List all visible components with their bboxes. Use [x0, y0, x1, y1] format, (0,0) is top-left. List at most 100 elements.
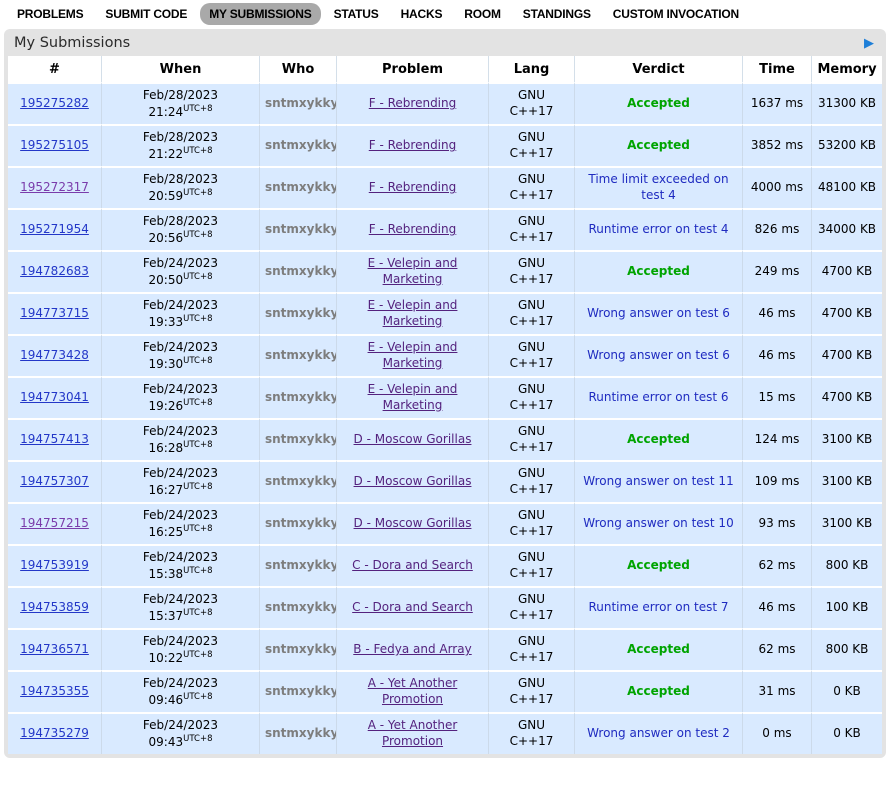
- submission-id-link[interactable]: 194782683: [20, 264, 89, 278]
- problem-link[interactable]: E - Velepin and Marketing: [368, 382, 458, 412]
- timezone-label: UTC+8: [183, 314, 212, 324]
- cell-verdict: Wrong answer on test 10: [574, 502, 742, 544]
- timezone-label: UTC+8: [183, 230, 212, 240]
- problem-link[interactable]: C - Dora and Search: [352, 600, 473, 614]
- problem-link[interactable]: A - Yet Another Promotion: [368, 718, 458, 748]
- timezone-label: UTC+8: [183, 356, 212, 366]
- nav-item-standings[interactable]: STANDINGS: [514, 3, 600, 25]
- lang-line-1: GNU: [494, 550, 569, 566]
- submission-id-link[interactable]: 194735355: [20, 684, 89, 698]
- submission-id-link[interactable]: 194773041: [20, 390, 89, 404]
- cell-time: 826 ms: [742, 208, 811, 250]
- submission-time: 15:37UTC+8: [107, 608, 254, 625]
- timezone-label: UTC+8: [183, 608, 212, 618]
- table-row: 194773428 Feb/24/2023 19:30UTC+8 sntmxyk…: [8, 334, 882, 376]
- problem-link[interactable]: F - Rebrending: [369, 96, 457, 110]
- table-row: 195275282 Feb/28/2023 21:24UTC+8 sntmxyk…: [8, 82, 882, 124]
- problem-link[interactable]: B - Fedya and Array: [353, 642, 471, 656]
- cell-time: 3852 ms: [742, 124, 811, 166]
- cell-lang: GNU C++17: [488, 166, 574, 208]
- user-handle-link[interactable]: sntmxykky: [265, 684, 336, 698]
- submission-id-link[interactable]: 195272317: [20, 180, 89, 194]
- problem-link[interactable]: D - Moscow Gorillas: [354, 432, 472, 446]
- problem-link[interactable]: E - Velepin and Marketing: [368, 256, 458, 286]
- problem-link[interactable]: A - Yet Another Promotion: [368, 676, 458, 706]
- problem-link[interactable]: F - Rebrending: [369, 180, 457, 194]
- cell-who: sntmxykky: [259, 502, 336, 544]
- problem-link[interactable]: D - Moscow Gorillas: [354, 516, 472, 530]
- cell-time: 62 ms: [742, 544, 811, 586]
- problem-link[interactable]: C - Dora and Search: [352, 558, 473, 572]
- lang-line-1: GNU: [494, 256, 569, 272]
- cell-verdict: Accepted: [574, 418, 742, 460]
- user-handle-link[interactable]: sntmxykky: [265, 432, 336, 446]
- user-handle-link[interactable]: sntmxykky: [265, 306, 336, 320]
- user-handle-link[interactable]: sntmxykky: [265, 474, 336, 488]
- nav-item-status[interactable]: STATUS: [325, 3, 388, 25]
- submission-id-link[interactable]: 195275282: [20, 96, 89, 110]
- verdict-text: Time limit exceeded on test 4: [588, 172, 728, 202]
- cell-who: sntmxykky: [259, 628, 336, 670]
- cell-time: 15 ms: [742, 376, 811, 418]
- problem-link[interactable]: E - Velepin and Marketing: [368, 340, 458, 370]
- user-handle-link[interactable]: sntmxykky: [265, 138, 336, 152]
- nav-item-my-submissions[interactable]: MY SUBMISSIONS: [200, 3, 320, 25]
- lang-line-2: C++17: [494, 398, 569, 414]
- column-header-verdict: Verdict: [574, 56, 742, 82]
- submission-id-link[interactable]: 194773715: [20, 306, 89, 320]
- cell-when: Feb/28/2023 20:59UTC+8: [101, 166, 259, 208]
- cell-id: 195272317: [8, 166, 101, 208]
- cell-who: sntmxykky: [259, 292, 336, 334]
- verdict-text: Wrong answer on test 6: [587, 348, 730, 362]
- problem-link[interactable]: F - Rebrending: [369, 138, 457, 152]
- user-handle-link[interactable]: sntmxykky: [265, 390, 336, 404]
- submission-id-link[interactable]: 194753919: [20, 558, 89, 572]
- submission-id-link[interactable]: 194735279: [20, 726, 89, 740]
- verdict-text: Runtime error on test 6: [588, 390, 728, 404]
- submission-id-link[interactable]: 194753859: [20, 600, 89, 614]
- problem-link[interactable]: E - Velepin and Marketing: [368, 298, 458, 328]
- cell-lang: GNU C++17: [488, 376, 574, 418]
- user-handle-link[interactable]: sntmxykky: [265, 180, 336, 194]
- cell-problem: D - Moscow Gorillas: [336, 418, 488, 460]
- submission-date: Feb/24/2023: [107, 550, 254, 566]
- nav-item-room[interactable]: ROOM: [455, 3, 510, 25]
- nav-item-problems[interactable]: PROBLEMS: [8, 3, 92, 25]
- nav-item-submit-code[interactable]: SUBMIT CODE: [96, 3, 196, 25]
- cell-lang: GNU C++17: [488, 124, 574, 166]
- submission-id-link[interactable]: 195271954: [20, 222, 89, 236]
- nav-item-custom-invocation[interactable]: CUSTOM INVOCATION: [604, 3, 748, 25]
- user-handle-link[interactable]: sntmxykky: [265, 642, 336, 656]
- user-handle-link[interactable]: sntmxykky: [265, 96, 336, 110]
- nav-item-hacks[interactable]: HACKS: [392, 3, 452, 25]
- problem-link[interactable]: D - Moscow Gorillas: [354, 474, 472, 488]
- cell-time: 62 ms: [742, 628, 811, 670]
- user-handle-link[interactable]: sntmxykky: [265, 726, 336, 740]
- user-handle-link[interactable]: sntmxykky: [265, 222, 336, 236]
- cell-memory: 4700 KB: [811, 250, 882, 292]
- cell-time: 46 ms: [742, 586, 811, 628]
- submission-id-link[interactable]: 194773428: [20, 348, 89, 362]
- submission-id-link[interactable]: 194757413: [20, 432, 89, 446]
- problem-link[interactable]: F - Rebrending: [369, 222, 457, 236]
- submission-date: Feb/24/2023: [107, 466, 254, 482]
- submission-id-link[interactable]: 194736571: [20, 642, 89, 656]
- submission-id-link[interactable]: 195275105: [20, 138, 89, 152]
- submission-time: 19:33UTC+8: [107, 314, 254, 331]
- cell-problem: C - Dora and Search: [336, 544, 488, 586]
- submission-time: 09:46UTC+8: [107, 692, 254, 709]
- user-handle-link[interactable]: sntmxykky: [265, 348, 336, 362]
- cell-id: 194773041: [8, 376, 101, 418]
- user-handle-link[interactable]: sntmxykky: [265, 264, 336, 278]
- user-handle-link[interactable]: sntmxykky: [265, 516, 336, 530]
- cell-problem: D - Moscow Gorillas: [336, 502, 488, 544]
- cell-when: Feb/24/2023 16:28UTC+8: [101, 418, 259, 460]
- user-handle-link[interactable]: sntmxykky: [265, 558, 336, 572]
- submission-id-link[interactable]: 194757215: [20, 516, 89, 530]
- submission-time: 20:50UTC+8: [107, 272, 254, 289]
- timezone-label: UTC+8: [183, 566, 212, 576]
- user-handle-link[interactable]: sntmxykky: [265, 600, 336, 614]
- submission-time: 20:59UTC+8: [107, 188, 254, 205]
- expand-arrow-icon[interactable]: ▶: [864, 37, 876, 50]
- submission-id-link[interactable]: 194757307: [20, 474, 89, 488]
